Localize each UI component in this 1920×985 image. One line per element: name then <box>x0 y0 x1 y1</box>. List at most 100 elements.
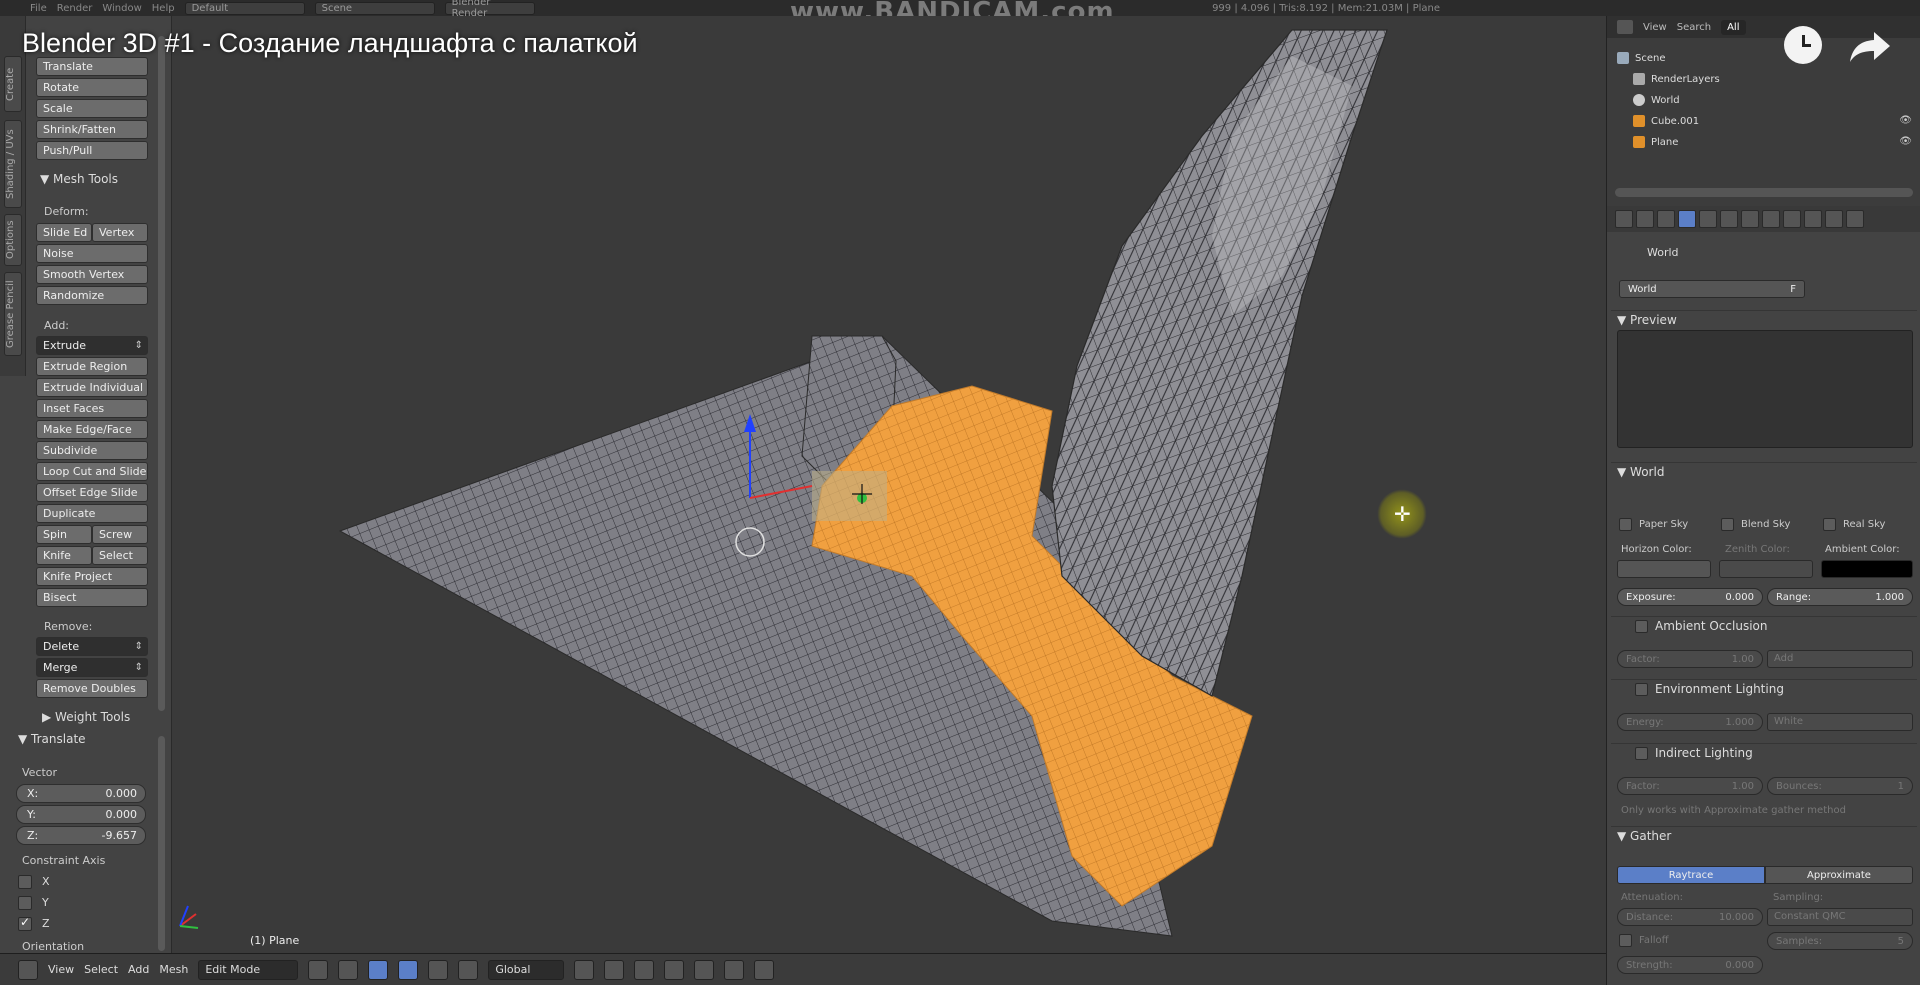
approximate-tab[interactable]: Approximate <box>1765 866 1913 884</box>
blend-sky-checkbox[interactable] <box>1721 518 1734 531</box>
environment-lighting-header[interactable]: Environment Lighting <box>1611 679 1917 698</box>
plane-visibility-icon[interactable]: 👁 <box>1899 136 1912 147</box>
outliner-filter-all[interactable]: All <box>1721 19 1746 35</box>
outliner-scrollbar[interactable] <box>1615 188 1913 197</box>
ambient-color-swatch[interactable] <box>1821 560 1913 578</box>
delete-dropdown[interactable]: Delete <box>36 637 148 656</box>
outliner-row-renderlayers[interactable]: RenderLayers <box>1633 73 1720 85</box>
gather-panel-header[interactable]: ▼ Gather <box>1611 826 1917 845</box>
snap-icon[interactable] <box>724 959 745 980</box>
constraint-y-checkbox[interactable] <box>18 896 32 910</box>
physics-tab-icon[interactable] <box>1846 210 1864 228</box>
outliner-row-plane[interactable]: Plane <box>1633 136 1678 148</box>
texture-tab-icon[interactable] <box>1804 210 1822 228</box>
menu-help[interactable]: Help <box>152 3 175 14</box>
rotate-button[interactable]: Rotate <box>36 78 148 97</box>
constraint-x-checkbox[interactable] <box>18 875 32 889</box>
loop-cut-slide-button[interactable]: Loop Cut and Slide <box>36 462 148 481</box>
menu-view[interactable]: View <box>48 963 74 976</box>
remove-doubles-button[interactable]: Remove Doubles <box>36 679 148 698</box>
share-icon[interactable] <box>1848 26 1892 66</box>
outliner-row-world[interactable]: World <box>1633 94 1680 106</box>
outliner-view-menu[interactable]: View <box>1643 22 1667 33</box>
vector-x-field[interactable]: X: 0.000 <box>16 784 146 803</box>
real-sky-checkbox[interactable] <box>1823 518 1836 531</box>
world-panel-header[interactable]: ▼ World <box>1611 462 1917 481</box>
knife-project-button[interactable]: Knife Project <box>36 567 148 586</box>
weight-tools-header[interactable]: ▶ Weight Tools <box>42 710 130 724</box>
slide-vertex-button[interactable]: Vertex <box>92 223 148 242</box>
duplicate-button[interactable]: Duplicate <box>36 504 148 523</box>
outliner-editor-icon[interactable] <box>1617 20 1633 34</box>
outliner-row-cube001[interactable]: Cube.001 <box>1633 115 1699 127</box>
constraints-tab-icon[interactable] <box>1720 210 1738 228</box>
push-pull-button[interactable]: Push/Pull <box>36 141 148 160</box>
world-tab-icon[interactable] <box>1678 210 1696 228</box>
face-select-icon[interactable] <box>664 959 685 980</box>
edge-select-icon[interactable] <box>634 959 655 980</box>
pivot-icon[interactable] <box>338 959 359 980</box>
ao-blend-dropdown[interactable]: Add <box>1767 650 1913 668</box>
scene-selector[interactable]: Scene <box>314 1 435 15</box>
layers-tab-icon[interactable] <box>1636 210 1654 228</box>
zenith-color-swatch[interactable] <box>1719 560 1813 578</box>
bisect-button[interactable]: Bisect <box>36 588 148 607</box>
translate-manip-icon[interactable] <box>398 959 419 980</box>
render-tab-icon[interactable] <box>1615 210 1633 228</box>
mesh-tools-header[interactable]: ▼ Mesh Tools <box>40 172 118 186</box>
menu-mesh[interactable]: Mesh <box>159 963 188 976</box>
ao-factor-field[interactable]: Factor: 1.00 <box>1617 650 1763 668</box>
outliner-search-menu[interactable]: Search <box>1677 22 1711 33</box>
subdivide-button[interactable]: Subdivide <box>36 441 148 460</box>
render-icon[interactable] <box>754 959 775 980</box>
modifiers-tab-icon[interactable] <box>1741 210 1759 228</box>
scale-button[interactable]: Scale <box>36 99 148 118</box>
3d-viewport[interactable]: ✛ (1) Plane <box>172 16 1606 953</box>
vertex-select-icon[interactable] <box>604 959 625 980</box>
indirect-bounces-field[interactable]: Bounces: 1 <box>1767 777 1913 795</box>
video-title[interactable]: Blender 3D #1 - Создание ландшафта с пал… <box>22 28 638 59</box>
ambient-occlusion-header[interactable]: Ambient Occlusion <box>1611 616 1917 635</box>
indirect-lighting-header[interactable]: Indirect Lighting <box>1611 743 1917 762</box>
horizon-color-swatch[interactable] <box>1617 560 1711 578</box>
object-tab-icon[interactable] <box>1699 210 1717 228</box>
spin-button[interactable]: Spin <box>36 525 92 544</box>
translate-button[interactable]: Translate <box>36 57 148 76</box>
raytrace-tab[interactable]: Raytrace <box>1617 866 1765 884</box>
mode-selector[interactable]: Edit Mode <box>198 959 299 980</box>
material-tab-icon[interactable] <box>1783 210 1801 228</box>
make-edge-face-button[interactable]: Make Edge/Face <box>36 420 148 439</box>
constraint-z-checkbox[interactable]: ✓ <box>18 915 32 931</box>
distance-field[interactable]: Distance: 10.000 <box>1617 908 1763 926</box>
strength-field[interactable]: Strength: 0.000 <box>1617 956 1763 974</box>
translate-operator-header[interactable]: ▼ Translate <box>18 732 86 746</box>
extrude-dropdown[interactable]: Extrude <box>36 336 148 355</box>
watch-later-icon[interactable] <box>1784 26 1822 64</box>
offset-edge-slide-button[interactable]: Offset Edge Slide <box>36 483 148 502</box>
smooth-vertex-button[interactable]: Smooth Vertex <box>36 265 148 284</box>
env-color-dropdown[interactable]: White <box>1767 713 1913 731</box>
merge-dropdown[interactable]: Merge <box>36 658 148 677</box>
menu-render[interactable]: Render <box>57 3 93 14</box>
orientation-selector[interactable]: Global <box>488 959 565 980</box>
scene-tab-icon[interactable] <box>1657 210 1675 228</box>
preview-panel-header[interactable]: ▼ Preview <box>1611 310 1917 329</box>
shelf-scrollbar[interactable] <box>158 36 165 711</box>
menu-add[interactable]: Add <box>128 963 149 976</box>
exposure-field[interactable]: Exposure: 0.000 <box>1617 588 1763 606</box>
shrink-fatten-button[interactable]: Shrink/Fatten <box>36 120 148 139</box>
falloff-checkbox[interactable] <box>1619 934 1632 947</box>
tab-shading-uvs[interactable]: Shading / UVs <box>4 120 22 208</box>
editor-type-icon[interactable] <box>18 959 38 980</box>
tab-create[interactable]: Create <box>4 56 22 112</box>
layout-selector[interactable]: Default <box>184 1 305 15</box>
particles-tab-icon[interactable] <box>1825 210 1843 228</box>
menu-file[interactable]: File <box>30 3 47 14</box>
manipulator-icon[interactable] <box>368 959 389 980</box>
screw-button[interactable]: Screw <box>92 525 148 544</box>
vector-y-field[interactable]: Y: 0.000 <box>16 805 146 824</box>
render-engine-selector[interactable]: Blender Render <box>444 0 535 19</box>
vector-z-field[interactable]: Z: -9.657 <box>16 826 146 845</box>
sampling-dropdown[interactable]: Constant QMC <box>1767 908 1913 926</box>
samples-field[interactable]: Samples: 5 <box>1767 932 1913 950</box>
